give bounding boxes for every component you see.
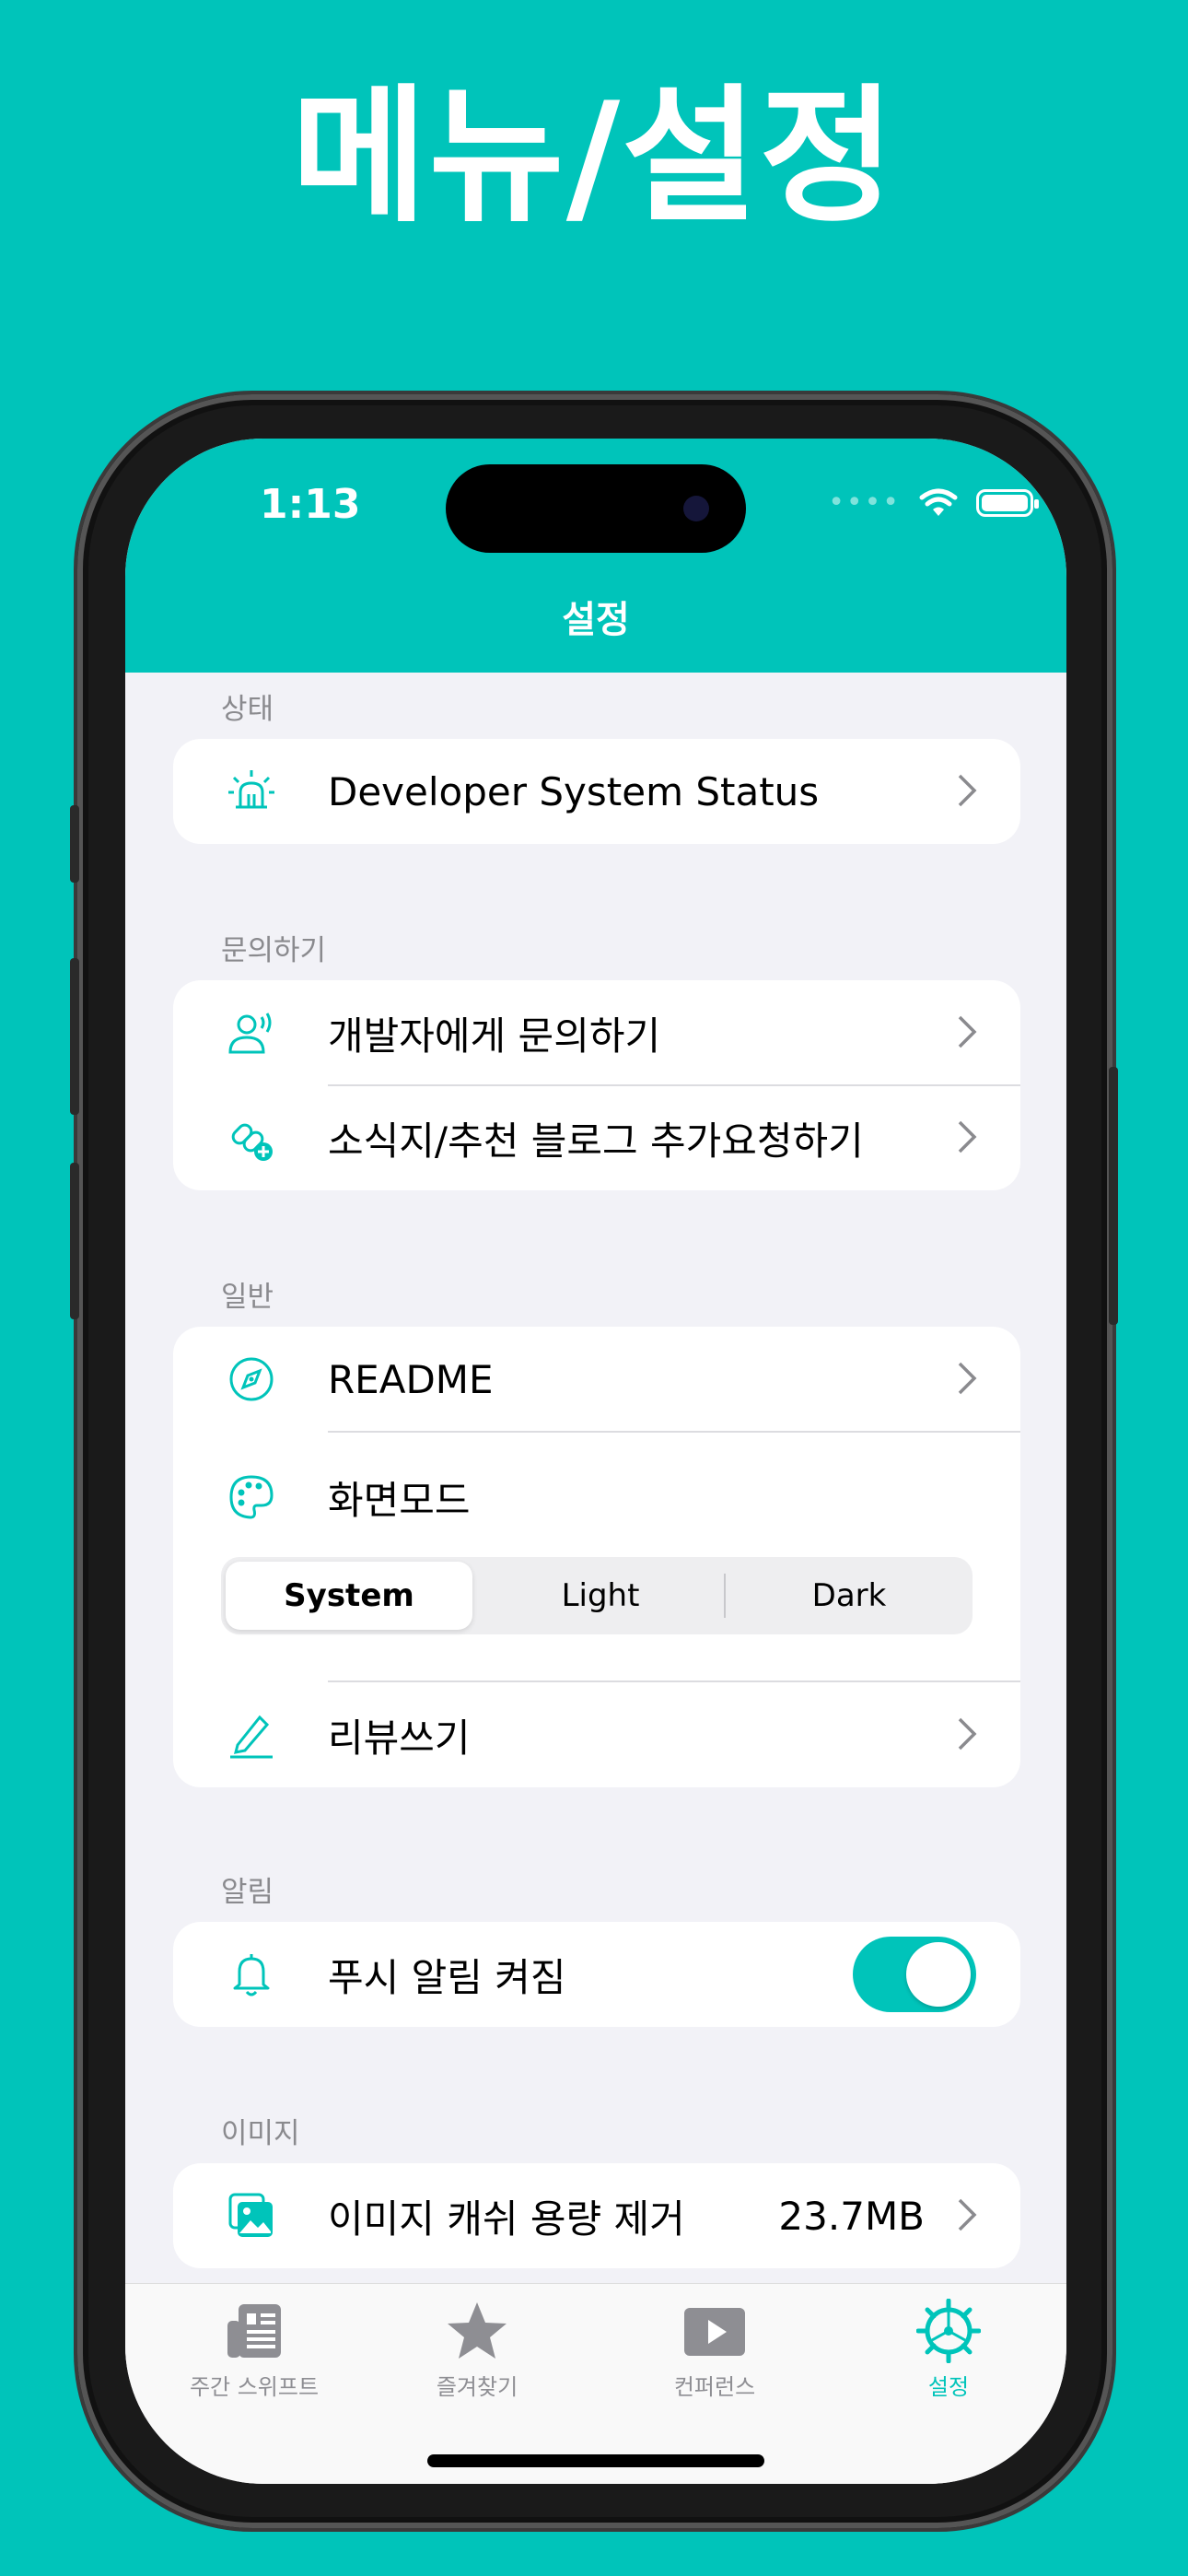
tab-label: 즐겨찾기 <box>436 2374 518 2400</box>
power-button <box>1109 1067 1118 1325</box>
chevron-right-icon <box>958 1717 977 1751</box>
request-blog-row[interactable]: 소식지/추천 블로그 추가요청하기 <box>173 1085 1020 1190</box>
section-label-contact: 문의하기 <box>221 934 327 967</box>
card-status: Developer System Status <box>173 739 1020 844</box>
status-time: 1:13 <box>260 481 361 528</box>
segment-system[interactable]: System <box>226 1562 472 1630</box>
contact-developer-label: 개발자에게 문의하기 <box>328 1013 661 1059</box>
section-label-image: 이미지 <box>221 2117 300 2150</box>
signal-icon: •••• <box>828 486 901 519</box>
bell-icon <box>233 1954 270 1996</box>
contact-developer-row[interactable]: 개발자에게 문의하기 <box>173 980 1020 1085</box>
push-notification-row: 푸시 알림 켜짐 <box>173 1922 1020 2027</box>
tab-favorites[interactable]: 즐겨찾기 <box>385 2299 569 2401</box>
cache-size-value: 23.7MB <box>778 2193 925 2239</box>
clear-image-cache-row[interactable]: 이미지 캐쉬 용량 제거 23.7MB <box>173 2163 1020 2268</box>
play-icon <box>684 2308 745 2356</box>
chevron-right-icon <box>958 1362 977 1395</box>
battery-icon <box>976 488 1039 517</box>
volume-down-button <box>70 1163 79 1319</box>
compass-icon <box>229 1357 274 1401</box>
person-speaking-icon <box>228 1013 272 1054</box>
nav-title: 설정 <box>562 599 630 641</box>
write-review-label: 리뷰쓰기 <box>328 1715 471 1761</box>
chevron-right-icon <box>958 2198 977 2231</box>
star-icon <box>448 2302 507 2359</box>
clear-image-cache-label: 이미지 캐쉬 용량 제거 <box>328 2195 685 2242</box>
home-indicator <box>427 2454 764 2467</box>
push-notification-label: 푸시 알림 켜짐 <box>328 1954 566 2000</box>
section-label-status: 상태 <box>221 693 274 726</box>
newspaper-icon <box>227 2304 281 2358</box>
push-notification-toggle[interactable] <box>853 1937 976 2012</box>
card-general: README 화면모드 System Light Dark 리뷰쓰기 <box>173 1327 1020 1787</box>
chevron-right-icon <box>958 1015 977 1048</box>
action-button <box>70 805 79 883</box>
section-label-notifications: 알림 <box>221 1876 274 1909</box>
tab-label: 주간 스위프트 <box>189 2374 320 2400</box>
beacon-icon <box>228 770 274 809</box>
palette-icon <box>229 1475 274 1519</box>
tab-label: 컨퍼런스 <box>673 2374 756 2400</box>
tab-label: 설정 <box>927 2374 970 2400</box>
segment-dark[interactable]: Dark <box>726 1557 973 1634</box>
tab-conference[interactable]: 컨퍼런스 <box>623 2299 807 2401</box>
section-label-general: 일반 <box>221 1281 274 1314</box>
developer-status-row[interactable]: Developer System Status <box>173 739 1020 844</box>
chevron-right-icon <box>958 1120 977 1153</box>
status-indicators: •••• <box>828 486 1039 519</box>
screen: 1:13 •••• 설정 상태 Developer System Status … <box>125 439 1066 2484</box>
dynamic-island <box>446 464 746 553</box>
readme-label: README <box>328 1356 494 1402</box>
link-add-icon <box>231 1123 273 1161</box>
card-contact: 개발자에게 문의하기 소식지/추천 블로그 추가요청하기 <box>173 980 1020 1190</box>
display-mode-row: 화면모드 <box>173 1445 1020 1550</box>
tab-weekly-swift[interactable]: 주간 스위프트 <box>162 2299 346 2401</box>
gear-icon <box>916 2299 981 2363</box>
row-separator <box>328 1431 1020 1433</box>
tab-settings[interactable]: 설정 <box>856 2299 1041 2401</box>
developer-status-label: Developer System Status <box>328 768 820 814</box>
segment-light[interactable]: Light <box>477 1557 724 1634</box>
chevron-right-icon <box>958 774 977 807</box>
pencil-icon <box>230 1715 273 1759</box>
photos-icon <box>228 2193 273 2237</box>
hero-title: 메뉴/설정 <box>291 70 897 242</box>
nav-header: 1:13 •••• 설정 <box>125 439 1066 673</box>
volume-up-button <box>70 958 79 1115</box>
card-notifications: 푸시 알림 켜짐 <box>173 1922 1020 2027</box>
display-mode-label: 화면모드 <box>328 1477 471 1523</box>
display-mode-segmented-control: System Light Dark <box>221 1557 973 1634</box>
wifi-icon <box>919 488 958 516</box>
request-blog-label: 소식지/추천 블로그 추가요청하기 <box>328 1118 864 1164</box>
card-image: 이미지 캐쉬 용량 제거 23.7MB <box>173 2163 1020 2268</box>
readme-row[interactable]: README <box>173 1327 1020 1432</box>
write-review-row[interactable]: 리뷰쓰기 <box>173 1682 1020 1787</box>
